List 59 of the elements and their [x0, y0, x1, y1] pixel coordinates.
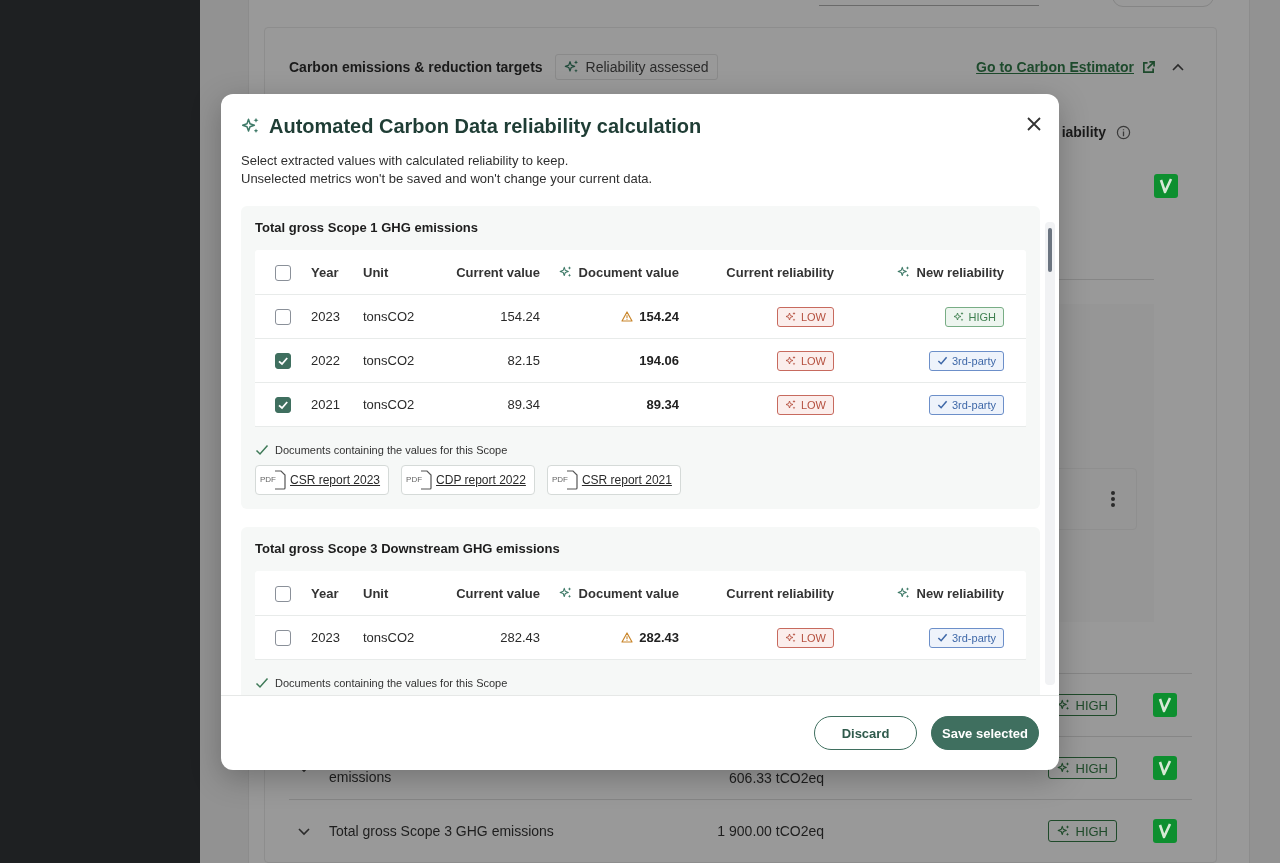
- card-title: Carbon emissions & reduction targets: [289, 59, 543, 75]
- table-cell: 2023: [311, 630, 340, 645]
- file-type-label: PDF: [551, 475, 568, 484]
- metric-name: Total gross Scope 3 GHG emissions: [329, 823, 555, 839]
- column-header: Year: [311, 264, 339, 280]
- table-cell: 89.34: [646, 397, 679, 412]
- column-header: Current reliability: [726, 585, 834, 601]
- column-header: iability: [1061, 124, 1106, 140]
- table-cell: 282.43: [500, 630, 540, 645]
- dialog-title: Automated Carbon Data reliability calculation: [269, 114, 702, 139]
- column-header: Year: [311, 585, 339, 601]
- column-header: Current value: [456, 264, 540, 280]
- reliability-badge: HIGH: [1047, 820, 1117, 842]
- reliability-badge: 3rd-party: [928, 350, 1004, 371]
- reliability-badge: LOW: [776, 394, 834, 415]
- column-header: Unit: [363, 585, 389, 601]
- reliability-badge: 3rd-party: [928, 627, 1004, 648]
- metric-value: 1 900.00 tCO2eq: [717, 823, 824, 839]
- reliability-badge: LOW: [776, 627, 834, 648]
- column-header: Document value: [558, 264, 679, 280]
- table-cell: 2021: [311, 397, 340, 412]
- table-cell: 154.24: [500, 309, 540, 324]
- column-header: Current reliability: [726, 264, 834, 280]
- dialog-description: Select extracted values with calculated reliability to keep. Unselected metrics won't be saved and won't change your current data.: [241, 152, 654, 188]
- table-cell: 2023: [311, 309, 340, 324]
- reliability-badge: HIGH: [944, 306, 1004, 327]
- documents-note: Documents containing the values for this Scope: [275, 443, 508, 458]
- discard-button[interactable]: Discard: [814, 716, 917, 750]
- table-cell: 89.34: [507, 397, 540, 412]
- document-link[interactable]: PDF CSR report 2021: [546, 465, 681, 495]
- reliability-badge: LOW: [776, 350, 834, 371]
- column-header: Unit: [363, 264, 389, 280]
- reliability-assessed-badge: Reliability assessed: [554, 54, 718, 80]
- table-cell: 194.06: [639, 353, 679, 368]
- save-button[interactable]: Save selected: [931, 716, 1039, 750]
- metric-name: emissions: [329, 769, 393, 785]
- table-cell: 282.43: [639, 630, 679, 645]
- column-header: Document value: [558, 585, 679, 601]
- documents-note: Documents containing the values for this Scope: [275, 676, 508, 691]
- table-cell: tonsCO2: [363, 397, 415, 412]
- file-type-label: PDF: [260, 475, 276, 484]
- document-link[interactable]: PDF CSR report 2023: [255, 465, 390, 495]
- document-link[interactable]: PDF CDP report 2022: [401, 465, 535, 495]
- table-cell: tonsCO2: [363, 353, 415, 368]
- metric-value: 606.33 tCO2eq: [729, 769, 824, 786]
- table-cell: tonsCO2: [363, 630, 415, 645]
- reliability-badge: 3rd-party: [928, 394, 1004, 415]
- column-header: Current value: [456, 585, 540, 601]
- file-type-label: PDF: [406, 475, 423, 484]
- section-title: Total gross Scope 3 Downstream GHG emissions: [255, 540, 561, 558]
- column-header: New reliability: [896, 264, 1004, 280]
- section-title: Total gross Scope 1 GHG emissions: [255, 219, 479, 237]
- carbon-estimator-link[interactable]: Go to Carbon Estimator: [976, 59, 1134, 75]
- table-cell: 82.15: [507, 353, 540, 368]
- table-cell: tonsCO2: [363, 309, 415, 324]
- reliability-badge: LOW: [776, 306, 834, 327]
- column-header: New reliability: [896, 585, 1004, 601]
- table-cell: 154.24: [639, 309, 679, 324]
- table-cell: 2022: [311, 353, 340, 368]
